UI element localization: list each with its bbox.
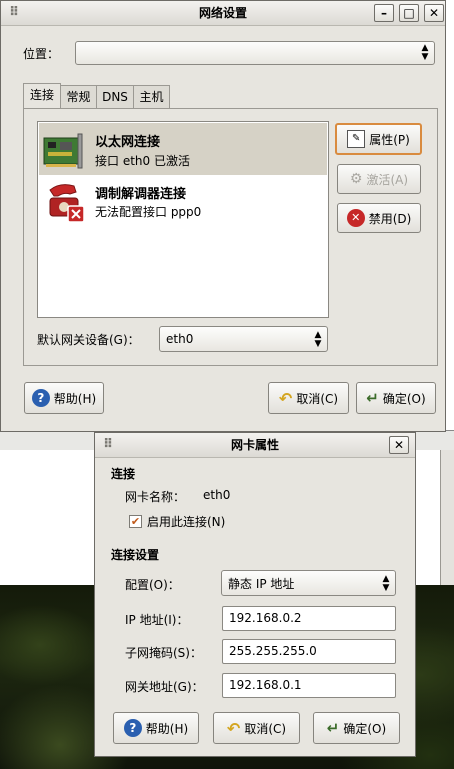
deactivate-button[interactable]: ✕ 禁用(D) — [337, 203, 421, 233]
tab-connections[interactable]: 连接 — [23, 83, 61, 110]
help-button[interactable]: ? 帮助(H) — [113, 712, 199, 744]
combo-arrows-icon: ▲ ▼ — [421, 43, 429, 62]
nic-properties-dialog: ⠿ 网卡属性 ✕ 连接 网卡名称： eth0 ✔ 启用此连接(N) 连接设置 配… — [94, 432, 416, 757]
background-scrollbar[interactable] — [440, 450, 454, 585]
properties-button[interactable]: ✎ 属性(P) — [335, 123, 422, 155]
combo-arrows-icon: ▲ ▼ — [314, 330, 322, 349]
network-card-icon — [42, 132, 88, 170]
enable-connection-checkbox[interactable]: ✔ — [129, 515, 142, 528]
confirm-icon: ↵ — [366, 389, 379, 407]
section-settings-heading: 连接设置 — [111, 548, 160, 562]
gateway-device-combo[interactable]: eth0 ▲ ▼ — [159, 326, 328, 352]
gears-icon: ⚙ — [349, 171, 363, 187]
close-button[interactable]: ✕ — [389, 436, 409, 454]
help-icon: ? — [31, 389, 50, 407]
connection-subtitle: 接口 eth0 已激活 — [95, 154, 190, 168]
close-button[interactable]: ✕ — [424, 4, 444, 22]
location-label: 位置： — [23, 47, 60, 61]
confirm-icon: ↵ — [326, 719, 340, 737]
ip-label: IP 地址(I)： — [125, 613, 189, 627]
ok-button[interactable]: ↵ 确定(O) — [313, 712, 400, 744]
gateway-label: 网关地址(G)： — [125, 680, 204, 694]
card-name-label: 网卡名称： — [125, 490, 186, 504]
ip-address-field[interactable]: 192.168.0.2 — [222, 606, 396, 631]
config-combo[interactable]: 静态 IP 地址 ▲ ▼ — [221, 570, 396, 596]
cancel-button[interactable]: ↶ 取消(C) — [268, 382, 349, 414]
mask-label: 子网掩码(S)： — [125, 646, 202, 660]
undo-arrow-icon: ↶ — [226, 718, 241, 738]
dialog-title: 网卡属性 — [230, 438, 279, 452]
card-name-value: eth0 — [203, 488, 231, 502]
list-item[interactable]: 调制解调器连接 无法配置接口 ppp0 — [39, 176, 327, 226]
enable-connection-label[interactable]: 启用此连接(N) — [147, 513, 225, 530]
network-settings-window: ⠿ 网络设置 – □ ✕ 位置： ▲ ▼ 连接 常规 DNS 主机 以太网连接 … — [0, 0, 446, 432]
modem-phone-icon — [44, 180, 88, 224]
location-combo[interactable]: ▲ ▼ — [75, 41, 435, 65]
window-menu-icon[interactable]: ⠿ — [9, 1, 19, 25]
help-icon: ? — [123, 719, 142, 737]
properties-icon: ✎ — [347, 130, 366, 148]
ok-button[interactable]: ↵ 确定(O) — [356, 382, 436, 414]
section-connection-heading: 连接 — [111, 467, 136, 481]
combo-arrows-icon: ▲ ▼ — [382, 574, 390, 593]
cancel-button[interactable]: ↶ 取消(C) — [213, 712, 300, 744]
stop-icon: ✕ — [346, 209, 365, 227]
tab-hosts[interactable]: 主机 — [133, 85, 170, 108]
undo-arrow-icon: ↶ — [278, 388, 293, 408]
tab-dns[interactable]: DNS — [96, 85, 134, 108]
maximize-button[interactable]: □ — [399, 4, 419, 22]
help-button[interactable]: ? 帮助(H) — [24, 382, 104, 414]
connection-title: 调制解调器连接 — [95, 187, 187, 202]
connection-title: 以太网连接 — [95, 135, 161, 150]
activate-button[interactable]: ⚙ 激活(A) — [337, 164, 421, 194]
gateway-address-field[interactable]: 192.168.0.1 — [222, 673, 396, 698]
list-item[interactable]: 以太网连接 接口 eth0 已激活 — [39, 123, 327, 175]
minimize-button[interactable]: – — [374, 4, 394, 22]
window-titlebar[interactable]: ⠿ 网络设置 – □ ✕ — [1, 1, 445, 26]
tab-general[interactable]: 常规 — [60, 85, 97, 108]
window-title: 网络设置 — [198, 6, 247, 20]
connection-list: 以太网连接 接口 eth0 已激活 调制解调器连接 无法配置接口 ppp0 — [37, 121, 329, 318]
window-menu-icon[interactable]: ⠿ — [103, 433, 113, 457]
gateway-device-label: 默认网关设备(G)： — [37, 333, 140, 347]
config-label: 配置(O)： — [125, 578, 180, 592]
connection-subtitle: 无法配置接口 ppp0 — [95, 205, 202, 219]
subnet-mask-field[interactable]: 255.255.255.0 — [222, 639, 396, 664]
dialog-titlebar[interactable]: ⠿ 网卡属性 ✕ — [95, 433, 415, 458]
